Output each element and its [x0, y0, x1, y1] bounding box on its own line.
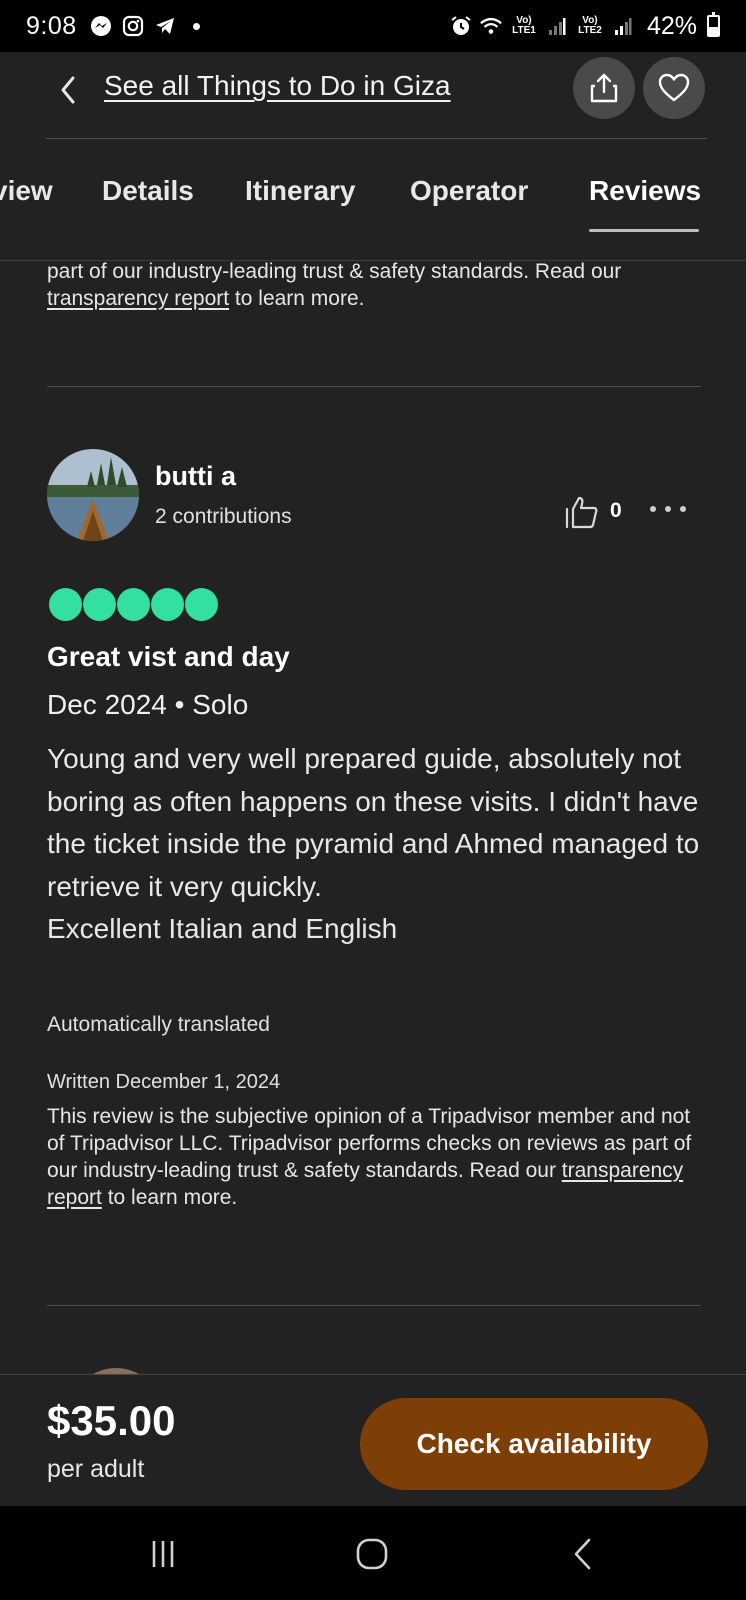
system-icons: Vo) LTE1 Vo) LTE2 42%: [449, 12, 720, 41]
battery-percent: 42%: [646, 11, 697, 40]
signal-2-icon: [611, 14, 635, 38]
rating-bubble: [49, 588, 82, 621]
rating-bubble: [83, 588, 116, 621]
instagram-icon: [121, 14, 145, 38]
network-1-label: Vo) LTE1: [512, 15, 536, 36]
disclaimer-text: and not of Tripadvisor LLC. Tripadvisor …: [47, 261, 622, 283]
more-notifications-dot: [192, 22, 200, 30]
more-options-icon[interactable]: [650, 497, 686, 521]
heart-icon: [658, 73, 690, 102]
back-icon: [574, 1538, 591, 1570]
automatically-translated-label: Automatically translated: [47, 1013, 270, 1036]
save-to-trip-button[interactable]: [643, 57, 705, 119]
reviewer-avatar[interactable]: [47, 449, 139, 541]
price-unit: per adult: [47, 1455, 145, 1483]
wifi-icon: [479, 14, 503, 38]
thumbs-up-icon: [565, 496, 598, 529]
app-header: See all Things to Do in Giza: [0, 52, 746, 138]
reviews-list[interactable]: and not of Tripadvisor LLC. Tripadvisor …: [0, 261, 746, 1374]
back-button[interactable]: [54, 70, 82, 110]
share-icon: [590, 73, 618, 103]
network-2-label: Vo) LTE2: [578, 15, 602, 36]
share-button[interactable]: [573, 57, 635, 119]
rating-bubble: [151, 588, 184, 621]
transparency-report-link[interactable]: transparency report: [47, 287, 229, 310]
recents-icon: [152, 1541, 174, 1567]
home-icon: [356, 1538, 388, 1570]
system-back-button[interactable]: [563, 1534, 603, 1574]
booking-bar: $35.00 per adult Check availability: [0, 1374, 746, 1506]
previous-review-disclaimer: and not of Tripadvisor LLC. Tripadvisor …: [47, 261, 707, 312]
tab-itinerary[interactable]: Itinerary: [245, 175, 356, 207]
check-availability-button[interactable]: Check availability: [360, 1398, 708, 1490]
tab-reviews[interactable]: Reviews: [589, 175, 701, 207]
messenger-icon: [89, 14, 113, 38]
battery-icon: [707, 12, 720, 37]
rating-bubble: [117, 588, 150, 621]
review-divider: [47, 1305, 701, 1306]
dot: [680, 506, 686, 512]
status-time: 9:08: [26, 11, 77, 40]
section-tabs: view Details Itinerary Operator Reviews: [0, 139, 746, 261]
recents-button[interactable]: [143, 1534, 183, 1574]
price: $35.00: [47, 1397, 176, 1444]
written-date: Written December 1, 2024: [47, 1071, 281, 1093]
see-all-things-to-do-link[interactable]: See all Things to Do in Giza: [104, 70, 451, 102]
dot: [665, 506, 671, 512]
battery-fill: [709, 27, 718, 35]
tab-operator[interactable]: Operator: [410, 175, 528, 207]
helpful-count: 0: [610, 499, 622, 522]
signal-1-icon: [545, 14, 569, 38]
rating-bubbles: [49, 588, 218, 621]
review-title: Great vist and day: [47, 641, 290, 672]
status-bar: 9:08 Vo) LTE1 Vo) LTE2 42%: [0, 0, 746, 52]
system-nav-bar: [0, 1506, 746, 1600]
helpful-vote-button[interactable]: [564, 494, 600, 530]
active-tab-indicator: [589, 229, 699, 232]
reviewer-name[interactable]: butti a: [155, 461, 236, 492]
chevron-left-icon: [61, 76, 75, 104]
notification-icons: [89, 14, 200, 38]
disclaimer-text-end: to learn more.: [229, 287, 365, 310]
dot: [650, 506, 656, 512]
telegram-icon: [153, 14, 177, 38]
review-body: Young and very well prepared guide, abso…: [47, 743, 700, 944]
alarm-icon: [449, 14, 473, 38]
home-button[interactable]: [352, 1534, 392, 1574]
review-date-and-trip-type: Dec 2024 • Solo: [47, 689, 249, 720]
review-disclaimer: This review is the subjective opinion of…: [47, 1103, 707, 1211]
review-divider: [47, 386, 701, 387]
rating-bubble: [185, 588, 218, 621]
tab-details[interactable]: Details: [102, 175, 194, 207]
tab-overview[interactable]: view: [0, 175, 53, 207]
disclaimer-text-end: to learn more.: [101, 1186, 238, 1209]
reviewer-contributions: 2 contributions: [155, 505, 292, 528]
